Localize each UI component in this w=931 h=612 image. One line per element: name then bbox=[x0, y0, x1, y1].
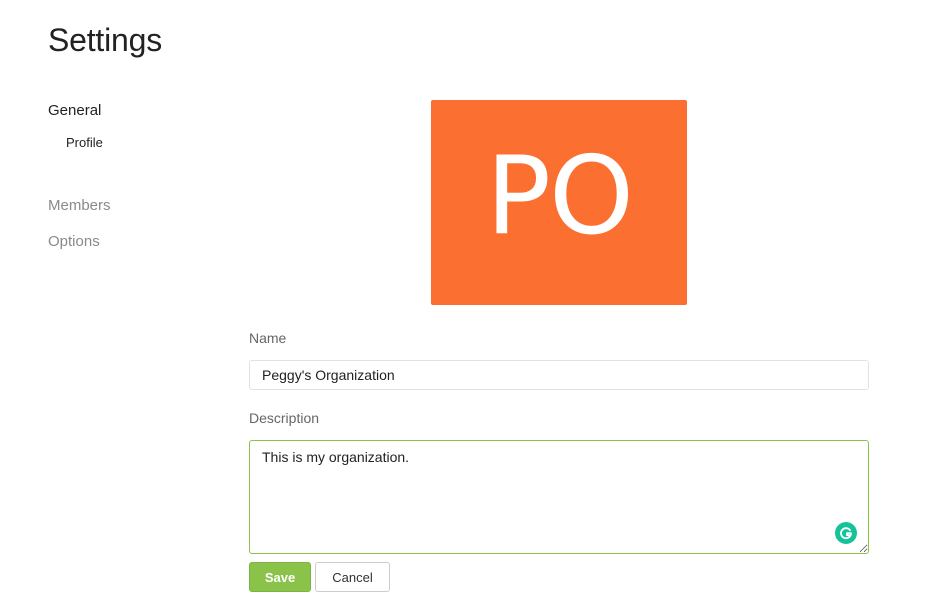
sidebar-item-profile[interactable]: Profile bbox=[66, 135, 103, 150]
sidebar-item-general[interactable]: General bbox=[48, 102, 101, 119]
name-label: Name bbox=[249, 330, 287, 346]
organization-avatar[interactable]: PO bbox=[431, 100, 687, 305]
grammarly-g-glyph bbox=[840, 527, 852, 540]
name-input[interactable] bbox=[249, 360, 869, 390]
cancel-button[interactable]: Cancel bbox=[315, 562, 390, 592]
description-label: Description bbox=[249, 410, 320, 426]
save-button[interactable]: Save bbox=[249, 562, 311, 592]
description-textarea[interactable]: This is my organization. bbox=[249, 440, 869, 554]
settings-page: Settings General Profile Members Options… bbox=[0, 0, 931, 612]
grammarly-g-icon[interactable] bbox=[835, 522, 857, 544]
sidebar-item-members[interactable]: Members bbox=[48, 197, 111, 214]
sidebar-item-options[interactable]: Options bbox=[48, 233, 100, 250]
avatar-initials: PO bbox=[485, 133, 634, 259]
page-title: Settings bbox=[48, 22, 163, 58]
description-field: This is my organization. bbox=[249, 440, 869, 554]
